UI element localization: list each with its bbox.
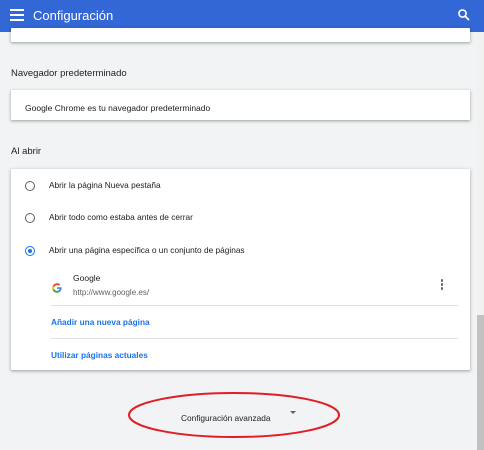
- startup-option-label: Abrir la página Nueva pestaña: [49, 180, 161, 190]
- use-current-pages-link[interactable]: Utilizar páginas actuales: [51, 339, 458, 371]
- startup-option-label: Abrir una página específica o un conjunt…: [49, 245, 245, 255]
- startup-page-row: Google http://www.google.es/: [51, 269, 458, 306]
- previous-settings-card: [11, 28, 470, 42]
- add-new-page-label: Añadir una nueva página: [51, 317, 150, 327]
- startup-option-new-tab[interactable]: Abrir la página Nueva pestaña: [11, 172, 470, 200]
- radio-button-checked[interactable]: [25, 246, 35, 256]
- use-current-pages-label: Utilizar páginas actuales: [51, 350, 148, 360]
- scrollbar-thumb[interactable]: [477, 315, 484, 450]
- chevron-down-icon: [290, 411, 296, 414]
- radio-button[interactable]: [25, 213, 35, 223]
- search-icon[interactable]: [456, 7, 472, 23]
- default-browser-card: Google Chrome es tu navegador predetermi…: [11, 90, 470, 120]
- startup-option-continue[interactable]: Abrir todo como estaba antes de cerrar: [11, 204, 470, 232]
- radio-button[interactable]: [25, 181, 35, 191]
- add-new-page-link[interactable]: Añadir una nueva página: [51, 306, 458, 339]
- startup-option-label: Abrir todo como estaba antes de cerrar: [49, 212, 193, 222]
- more-vert-icon[interactable]: [437, 279, 447, 293]
- on-startup-section-title: Al abrir: [11, 146, 42, 157]
- default-browser-status: Google Chrome es tu navegador predetermi…: [25, 103, 211, 113]
- page-title: Configuración: [33, 8, 114, 23]
- advanced-settings-label: Configuración avanzada: [181, 413, 271, 423]
- startup-page-url: http://www.google.es/: [73, 288, 150, 297]
- google-favicon-icon: [52, 280, 62, 293]
- hamburger-menu-icon[interactable]: [10, 9, 24, 23]
- on-startup-card: Abrir la página Nueva pestaña Abrir todo…: [11, 169, 470, 370]
- advanced-settings-button[interactable]: Configuración avanzada: [181, 408, 296, 423]
- default-browser-section-title: Navegador predeterminado: [11, 68, 127, 79]
- startup-page-name: Google: [73, 273, 101, 283]
- startup-option-specific-pages[interactable]: Abrir una página específica o un conjunt…: [11, 237, 470, 265]
